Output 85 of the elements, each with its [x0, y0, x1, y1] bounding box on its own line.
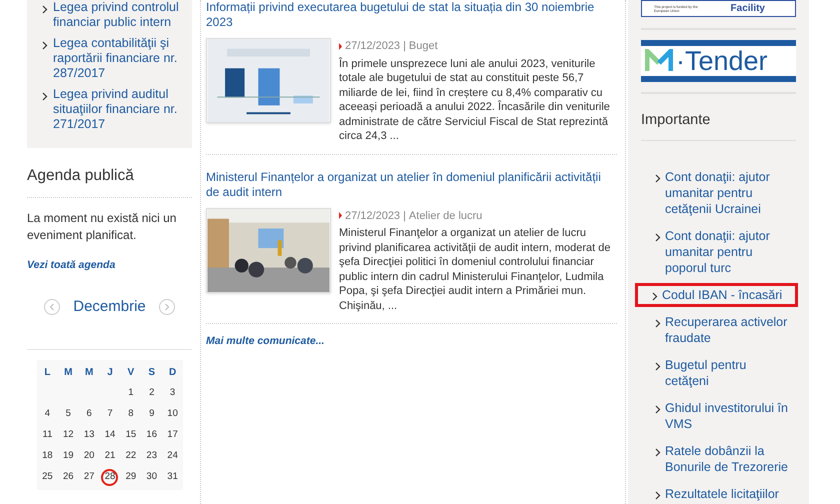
important-link[interactable]: Bugetul pentru cetăţeni	[665, 356, 793, 389]
weekday-label: J	[106, 366, 114, 380]
important-link[interactable]: Cont donaţii: ajutor umanitar pentru cetăţenii Ucrainei	[665, 168, 793, 217]
news-date: 27/12/2023	[345, 208, 400, 224]
calendar-day[interactable]: 25	[42, 470, 53, 484]
chevron-icon	[655, 232, 661, 242]
important-link[interactable]: Rezultatele licitaţiilor	[665, 486, 779, 502]
important-link[interactable]: Cont donaţii: ajutor umanitar pentru poporul turc	[665, 228, 793, 276]
more-news-link[interactable]: Mai multe comunicate...	[206, 334, 617, 350]
weekday-label: L	[43, 366, 52, 380]
important-link[interactable]: Ghidul investitorului în VMS	[665, 400, 793, 432]
chevron-icon	[655, 490, 661, 500]
previous-month-button[interactable]	[44, 299, 60, 316]
agenda-link[interactable]: Vezi toată agenda	[27, 258, 192, 274]
calendar-day[interactable]: 18	[42, 448, 53, 464]
weekday-label: V	[126, 366, 136, 380]
chevron-right-icon	[164, 303, 170, 312]
calendar-day[interactable]: 31	[167, 470, 178, 484]
month-title: Decembrie	[73, 297, 146, 317]
calendar-day[interactable]: 22	[126, 448, 136, 464]
weekday-label: M	[63, 366, 74, 380]
chevron-icon	[42, 92, 48, 101]
important-link[interactable]: Ratele dobânzii la Bonurile de Trezorerie	[665, 442, 793, 475]
separator: |	[403, 208, 406, 224]
next-month-button[interactable]	[159, 299, 175, 316]
calendar-day[interactable]: 10	[167, 406, 178, 422]
chevron-icon	[655, 404, 661, 414]
calendar-day[interactable]: 24	[167, 448, 178, 464]
news-title[interactable]: Informații privind executarea bugetului de stat la situația din 30 noiembrie 2023	[206, 0, 617, 30]
bullet-icon	[339, 42, 342, 50]
calendar-day[interactable]: 15	[126, 428, 136, 442]
calendar-day[interactable]: 23	[146, 448, 157, 464]
calendar-day[interactable]: 19	[62, 448, 74, 464]
calendar-day[interactable]: 12	[62, 428, 74, 442]
important-link[interactable]: Recuperarea activelor fraudate	[665, 314, 793, 346]
calendar-day[interactable]: 4	[44, 406, 50, 422]
tender-banner[interactable]: ·Tender	[641, 40, 796, 82]
calendar-day[interactable]: 14	[104, 428, 116, 442]
bullet-icon	[339, 212, 342, 220]
weekday-label: S	[147, 366, 156, 380]
calendar-day[interactable]: 7	[107, 406, 113, 422]
weekday-label: D	[168, 366, 178, 380]
chevron-icon	[42, 5, 48, 14]
section-title: Importante	[641, 110, 796, 141]
chevron-icon	[655, 448, 661, 457]
calendar-day[interactable]: 20	[84, 448, 94, 464]
chevron-icon	[42, 41, 48, 50]
news-date: 27/12/2023	[345, 39, 400, 54]
news-category: Atelier de lucru	[408, 208, 482, 224]
sidebar-link[interactable]: Legea privind controlul financiar public intern	[53, 0, 184, 30]
calendar-day[interactable]: 29	[126, 470, 136, 484]
weekday-label: M	[84, 366, 94, 380]
banner-title: ·Tender	[676, 46, 768, 76]
calendar-day[interactable]: 16	[146, 428, 157, 442]
news-summary: Ministerul Finanţelor a organizat un atelier de lucru privind planificarea activităţii de audit intern, moderat de şefa Direcţiei politici în domeniul controlului financiar public intern din cadrul Ministerului Finanţelor, Ludmila Popa, şi şefa Direcţiei audit intern a Primăriei mun. Chişinău, ...	[339, 226, 612, 313]
calendar-day[interactable]: 13	[84, 428, 94, 442]
chevron-icon	[652, 292, 658, 301]
calendar-day[interactable]: 28	[101, 468, 118, 486]
sidebar-link[interactable]: Legea contabilităţii şi raportării financiare nr. 287/2017	[53, 36, 184, 81]
calendar-day[interactable]: 26	[62, 470, 74, 484]
agenda-message: La moment nu există nici un eveniment planificat.	[27, 210, 178, 244]
calendar-day[interactable]: 1	[128, 386, 134, 400]
news-category: Buget	[408, 39, 438, 54]
chevron-icon	[655, 318, 661, 328]
calendar-day[interactable]: 8	[128, 406, 134, 422]
calendar-day[interactable]: 21	[104, 448, 116, 464]
logo-icon	[645, 49, 673, 73]
calendar-day[interactable]: 2	[149, 386, 154, 400]
sidebar-link[interactable]: Legea privind auditul situaţiilor financiare nr. 271/2017	[53, 87, 184, 132]
news-title[interactable]: Ministerul Finanțelor a organizat un atelier în domeniul planificării activității de audit intern	[206, 170, 617, 200]
chevron-icon	[655, 362, 661, 371]
calendar-day[interactable]: 30	[146, 470, 157, 484]
chevron-icon	[655, 174, 661, 183]
chevron-left-icon	[49, 303, 55, 312]
calendar-day[interactable]: 17	[167, 428, 178, 442]
calendar-day[interactable]: 11	[42, 428, 52, 442]
calendar-day[interactable]: 9	[149, 406, 154, 422]
news-summary: În primele unsprezece luni ale anului 2023, veniturile totale ale bugetului de stat au constituit peste 56,7 miliarde de lei, fiind în creștere cu 8,4% comparativ cu aceeași perioadă a anului 2022. Încasările din veniturile administrate de către Serviciul Fiscal de Stat reprezintă circa 24,3 ...	[339, 56, 611, 144]
banner-title: Facility	[730, 2, 765, 16]
calendar-day[interactable]: 27	[84, 470, 94, 484]
calendar-day[interactable]: 5	[66, 406, 71, 422]
calendar-day[interactable]: 6	[86, 406, 92, 422]
separator: |	[403, 39, 406, 54]
calendar-day[interactable]: 3	[170, 386, 176, 400]
section-title: Agenda publică	[27, 164, 192, 198]
